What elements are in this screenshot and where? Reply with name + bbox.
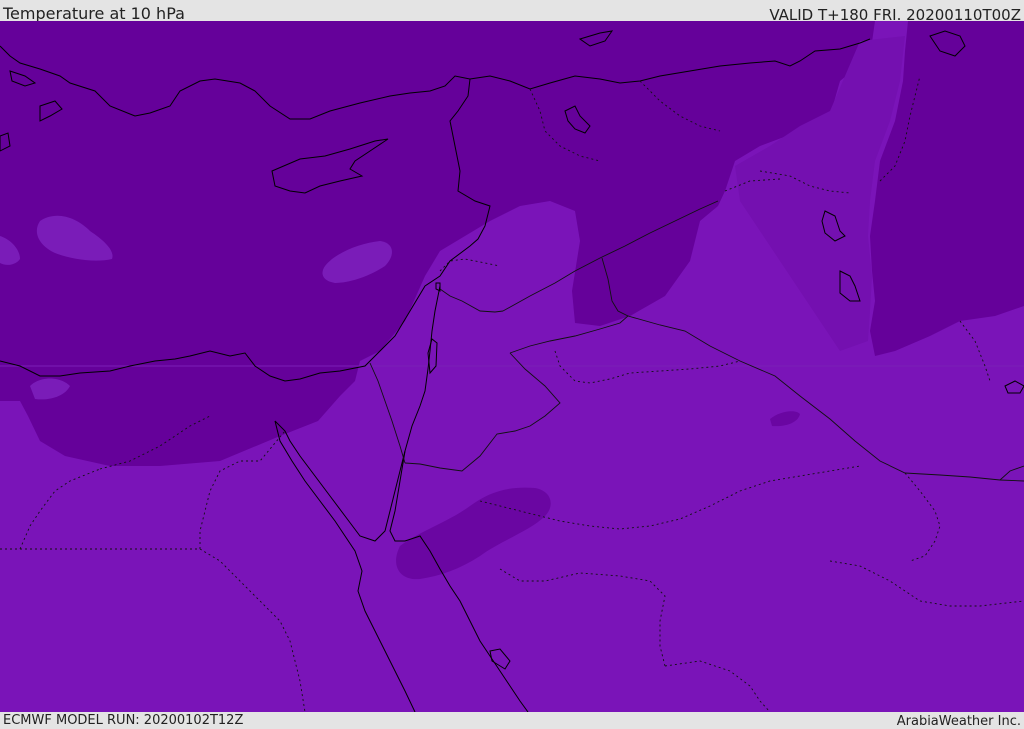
model-run: ECMWF MODEL RUN: 20200102T12Z [3,713,244,728]
footer-bar: ECMWF MODEL RUN: 20200102T12Z ArabiaWeat… [0,712,1024,729]
weather-map[interactable] [0,21,1024,712]
map-canvas [0,21,1024,712]
credit: ArabiaWeather Inc. [896,714,1021,729]
header-bar: Temperature at 10 hPa VALID T+180 FRI. 2… [0,0,1024,24]
map-page: Temperature at 10 hPa VALID T+180 FRI. 2… [0,0,1024,729]
